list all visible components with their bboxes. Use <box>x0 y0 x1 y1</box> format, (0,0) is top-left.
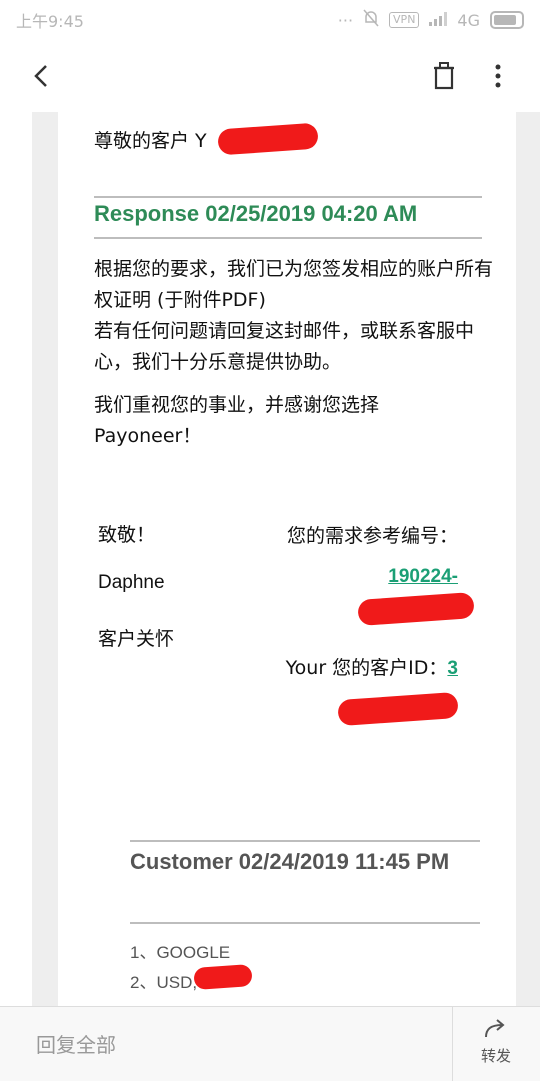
network-type-icon: 4G <box>457 11 480 30</box>
battery-icon <box>490 11 524 29</box>
mail-right-margin <box>516 112 540 1008</box>
bottom-action-bar: 回复全部 转发 <box>0 1006 540 1081</box>
vpn-icon: VPN <box>389 12 419 28</box>
reference-label: 您的需求参考编号： <box>287 525 458 547</box>
status-time: 上午9:45 <box>0 8 84 32</box>
response-bottom-divider <box>94 237 482 239</box>
customer-id: Your 您的客户ID：3 <box>278 648 458 689</box>
customer-id-link[interactable]: 3 <box>447 658 458 679</box>
forward-label: 转发 <box>460 1045 532 1066</box>
department: 客户关怀 <box>98 624 174 651</box>
mail-left-margin <box>32 112 58 1008</box>
forward-arrow-icon <box>482 1017 510 1039</box>
status-bar: 上午9:45 ··· VPN 4G <box>0 0 540 40</box>
signer-name: Daphne <box>98 572 165 594</box>
body-paragraph-3: 我们重视您的事业，并感谢您选择Payoneer！ <box>94 390 424 452</box>
response-top-divider <box>94 196 482 198</box>
signoff: 致敬！ <box>98 520 155 547</box>
signal-dots-icon: ··· <box>338 11 353 30</box>
reference-number: 您的需求参考编号： 190224- <box>278 516 458 597</box>
vertical-dots-icon <box>484 58 512 94</box>
mute-bell-icon <box>363 9 379 31</box>
customer-bottom-divider <box>130 922 480 924</box>
customer-id-label: Your 您的客户ID： <box>286 657 448 679</box>
reference-link[interactable]: 190224- <box>388 566 458 587</box>
mail-body[interactable]: 尊敬的客户 Y Response 02/25/2019 04:20 AM 根据您… <box>58 112 516 1008</box>
redaction-mark <box>193 964 252 990</box>
trash-icon <box>428 58 460 94</box>
redaction-mark <box>357 592 475 626</box>
wifi-signal-icon <box>429 11 447 30</box>
body-paragraph-1: 根据您的要求，我们已为您签发相应的账户所有权证明 (于附件PDF) <box>94 254 494 316</box>
list-item: 1、GOOGLE <box>130 938 230 963</box>
more-options-button[interactable] <box>484 58 512 94</box>
mail-toolbar <box>0 40 540 112</box>
action-separator <box>452 1007 453 1081</box>
customer-title: Customer 02/24/2019 11:45 PM <box>130 842 470 882</box>
status-icons: ··· VPN 4G <box>338 9 540 31</box>
back-button[interactable] <box>26 58 58 94</box>
body-paragraph-2: 若有任何问题请回复这封邮件，或联系客服中心，我们十分乐意提供协助。 <box>94 316 494 378</box>
response-title: Response 02/25/2019 04:20 AM <box>94 201 417 227</box>
forward-button[interactable]: 转发 <box>460 1017 532 1073</box>
reply-all-button[interactable]: 回复全部 <box>36 1029 116 1058</box>
greeting: 尊敬的客户 Y <box>94 126 207 153</box>
delete-button[interactable] <box>428 58 460 94</box>
back-arrow-icon <box>26 58 58 94</box>
redaction-mark <box>337 692 459 726</box>
redaction-mark <box>217 123 319 156</box>
